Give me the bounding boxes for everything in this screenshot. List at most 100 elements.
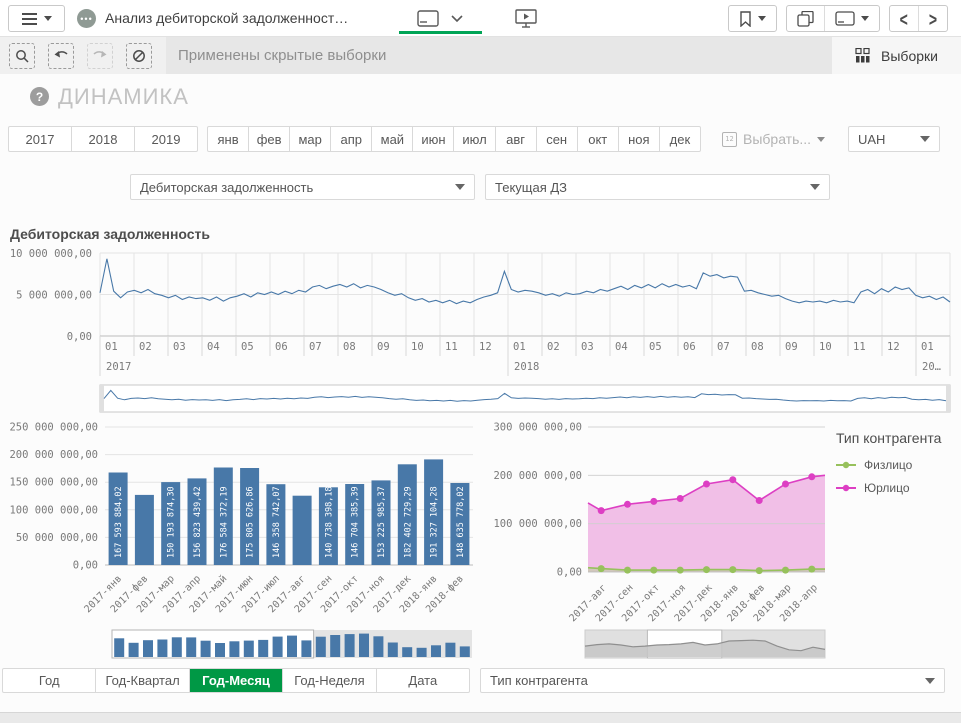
- chevron-down-icon: [817, 137, 825, 142]
- sheet-list-button[interactable]: [825, 6, 879, 31]
- legend-item-fizlico[interactable]: Физлицо: [836, 458, 956, 472]
- step-forward-button[interactable]: [87, 43, 113, 69]
- chevron-down-icon: [455, 184, 465, 190]
- data-point[interactable]: [598, 565, 605, 572]
- tab-Год-Неделя[interactable]: Год-Неделя: [283, 669, 376, 692]
- sheet-selector[interactable]: [404, 6, 476, 31]
- svg-text:153 225 985,37: 153 225 985,37: [377, 486, 387, 558]
- month-button-окт[interactable]: окт: [578, 127, 619, 151]
- step-back-button[interactable]: [48, 43, 74, 69]
- svg-text:2017: 2017: [106, 361, 131, 373]
- duplicate-button[interactable]: [787, 6, 825, 31]
- selections-status-message: Применены скрытые выборки: [166, 37, 832, 74]
- legend-item-yurlico[interactable]: Юрлицо: [836, 481, 956, 495]
- svg-text:146 358 742,07: 146 358 742,07: [272, 486, 282, 558]
- line-chart-navigator[interactable]: [100, 385, 950, 412]
- data-point[interactable]: [650, 498, 657, 505]
- hamburger-icon: [22, 13, 37, 25]
- toolbar-right-group: < >: [728, 5, 948, 32]
- clear-selections-button[interactable]: [126, 43, 152, 69]
- month-button-сен[interactable]: сен: [537, 127, 578, 151]
- bar-2017-авг[interactable]: [293, 496, 312, 565]
- currency-dropdown[interactable]: UAH: [848, 126, 940, 152]
- data-point[interactable]: [703, 566, 710, 573]
- svg-text:250 000 000,00: 250 000 000,00: [9, 422, 98, 434]
- svg-text:02: 02: [139, 341, 152, 353]
- calendar-icon: 12: [722, 132, 737, 147]
- bar-chart-navigator[interactable]: [112, 630, 472, 658]
- data-point[interactable]: [650, 567, 657, 574]
- selections-grid-icon: [855, 48, 871, 63]
- svg-text:100 000 000,00: 100 000 000,00: [9, 504, 98, 516]
- counterparty-dropdown[interactable]: Тип контрагента: [480, 668, 945, 693]
- month-button-фев[interactable]: фев: [249, 127, 290, 151]
- bookmarks-button[interactable]: [729, 6, 776, 31]
- measure-dropdown-1-value: Дебиторская задолженность: [140, 180, 313, 195]
- tab-Год-Квартал[interactable]: Год-Квартал: [96, 669, 189, 692]
- data-point[interactable]: [782, 567, 789, 574]
- app-icon[interactable]: •••: [77, 9, 96, 28]
- monthly-bar-chart[interactable]: 250 000 000,00200 000 000,00150 000 000,…: [8, 420, 474, 662]
- svg-text:04: 04: [207, 341, 220, 353]
- counterparty-area-chart[interactable]: 300 000 000,00200 000 000,00100 000 000,…: [475, 420, 835, 662]
- svg-text:200 000 000,00: 200 000 000,00: [493, 470, 582, 482]
- selections-tool-button[interactable]: Выборки: [832, 37, 961, 74]
- data-point[interactable]: [808, 566, 815, 573]
- month-button-янв[interactable]: янв: [208, 127, 249, 151]
- data-point[interactable]: [703, 481, 710, 488]
- tab-Год[interactable]: Год: [3, 669, 96, 692]
- data-point[interactable]: [677, 567, 684, 574]
- prev-sheet-button[interactable]: <: [890, 6, 919, 31]
- sheet-nav-group: < >: [889, 5, 948, 32]
- app-title[interactable]: Анализ дебиторской задолженност…: [105, 10, 348, 26]
- tab-Дата[interactable]: Дата: [377, 669, 469, 692]
- svg-text:140 738 398,18: 140 738 398,18: [324, 486, 334, 558]
- data-point[interactable]: [729, 566, 736, 573]
- next-sheet-button[interactable]: >: [919, 6, 947, 31]
- svg-text:0,00: 0,00: [557, 567, 582, 579]
- svg-text:07: 07: [717, 341, 730, 353]
- month-button-май[interactable]: май: [372, 127, 413, 151]
- bar-2017-фев[interactable]: [135, 495, 154, 565]
- counterparty-dropdown-value: Тип контрагента: [490, 673, 588, 688]
- global-menu-button[interactable]: [8, 5, 65, 32]
- navigator-handle-right: [946, 385, 950, 412]
- smart-search-button[interactable]: [9, 43, 35, 69]
- sheet-icon: [835, 11, 855, 26]
- data-point[interactable]: [756, 567, 763, 574]
- year-button-2017[interactable]: 2017: [9, 127, 72, 151]
- month-button-мар[interactable]: мар: [290, 127, 331, 151]
- data-point[interactable]: [729, 476, 736, 483]
- tab-Год-Месяц[interactable]: Год-Месяц: [190, 669, 283, 692]
- data-point[interactable]: [808, 473, 815, 480]
- month-button-ноя[interactable]: ноя: [619, 127, 660, 151]
- help-icon[interactable]: ?: [30, 87, 49, 106]
- month-button-июл[interactable]: июл: [454, 127, 495, 151]
- month-button-дек[interactable]: дек: [660, 127, 700, 151]
- data-point[interactable]: [756, 497, 763, 504]
- bookmark-icon: [739, 11, 752, 27]
- page-title: ДИНАМИКА: [58, 84, 189, 110]
- data-point[interactable]: [624, 567, 631, 574]
- data-point[interactable]: [677, 495, 684, 502]
- data-point[interactable]: [782, 481, 789, 488]
- month-button-апр[interactable]: апр: [331, 127, 372, 151]
- bookmark-group: [728, 5, 777, 32]
- svg-text:300 000 000,00: 300 000 000,00: [493, 422, 582, 434]
- chevron-down-icon: [451, 15, 463, 23]
- data-point[interactable]: [598, 507, 605, 514]
- month-button-июн[interactable]: июн: [413, 127, 454, 151]
- year-button-2019[interactable]: 2019: [135, 127, 197, 151]
- date-picker[interactable]: 12 Выбрать...: [722, 126, 825, 152]
- line-chart-title: Дебиторская задолженность: [10, 226, 210, 242]
- presentation-mode-button[interactable]: [512, 7, 540, 31]
- chevron-right-icon: >: [929, 7, 937, 29]
- month-button-авг[interactable]: авг: [496, 127, 537, 151]
- area-chart-navigator[interactable]: [585, 630, 825, 658]
- measure-dropdown-2[interactable]: Текущая ДЗ: [485, 174, 830, 200]
- receivables-line-chart[interactable]: 10 000 000,005 000 000,000,0001020304050…: [8, 246, 952, 416]
- year-button-2018[interactable]: 2018: [72, 127, 135, 151]
- measure-dropdown-1[interactable]: Дебиторская задолженность: [130, 174, 475, 200]
- data-point[interactable]: [624, 501, 631, 508]
- svg-text:02: 02: [547, 341, 560, 353]
